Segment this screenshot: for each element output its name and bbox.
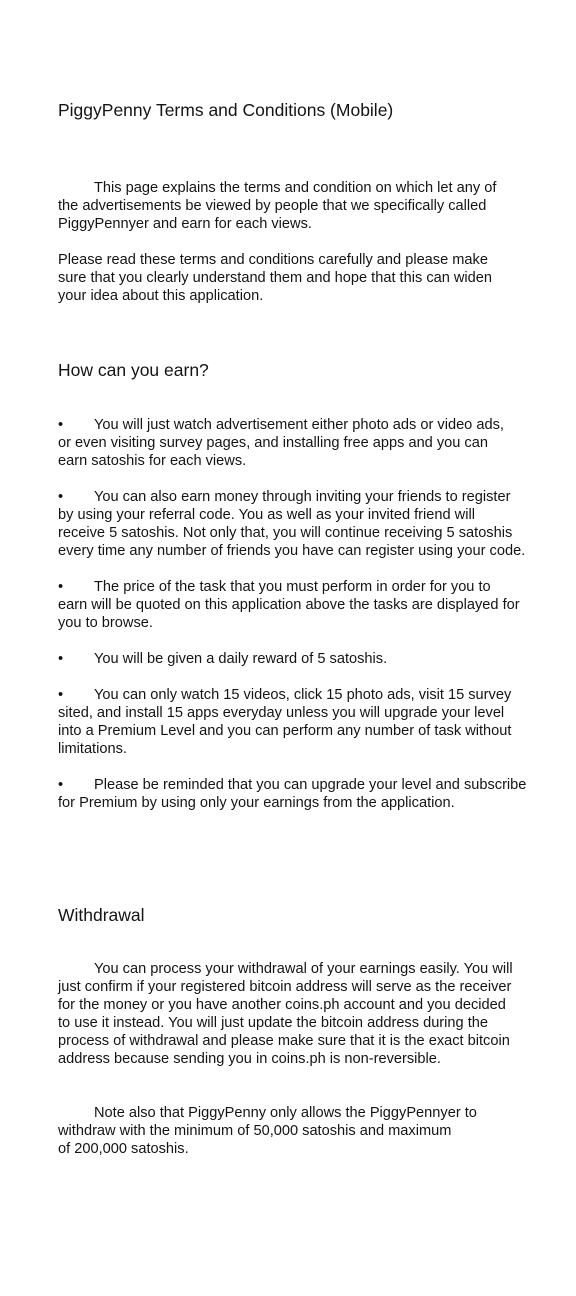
bullet-icon: • xyxy=(58,651,64,667)
text-line: or even visiting survey pages, and insta… xyxy=(58,435,488,451)
text-line: sited, and install 15 apps everyday unle… xyxy=(58,705,505,721)
text-line: • The price of the task that you must per… xyxy=(58,579,491,595)
text-line: • You will just watch advertisement eithe… xyxy=(58,417,504,433)
text-line: for the money or you have another coins.… xyxy=(58,997,506,1013)
text-line: just confirm if your registered bitcoin … xyxy=(58,979,512,995)
text-line: for Premium by using only your earnings … xyxy=(58,795,455,811)
text-line: PiggyPennyer and earn for each views. xyxy=(58,216,312,232)
withdrawal-paragraph-2: Note also that PiggyPenny only allows th… xyxy=(58,1104,542,1158)
text-line: Please read these terms and conditions c… xyxy=(58,252,488,268)
text-line: receive 5 satoshis. Not only that, you w… xyxy=(58,525,513,541)
text-line: This page explains the terms and conditi… xyxy=(94,180,497,196)
intro-paragraph-2: Please read these terms and conditions c… xyxy=(58,251,542,305)
section-heading-earn: How can you earn? xyxy=(58,360,209,380)
bullet-icon: • xyxy=(58,489,64,505)
text-line: the advertisements be viewed by people t… xyxy=(58,198,487,214)
text-line: process of withdrawal and please make su… xyxy=(58,1033,510,1049)
text-line: address because sending you in coins.ph … xyxy=(58,1051,441,1067)
text-line: by using your referral code. You as well… xyxy=(58,507,475,523)
text-line: • Please be reminded that you can upgrade… xyxy=(58,777,527,793)
text-line: Note also that PiggyPenny only allows th… xyxy=(94,1105,477,1121)
text-line: You can process your withdrawal of your … xyxy=(94,961,513,977)
text-line: • You will be given a daily reward of 5 s… xyxy=(58,651,388,667)
bullet-icon: • xyxy=(58,687,64,703)
text-line: limitations. xyxy=(58,741,127,757)
text-line: • You can only watch 15 videos, click 15 … xyxy=(58,687,512,703)
text-line: of 200,000 satoshis. xyxy=(58,1141,189,1157)
earn-bullet-item: • You will just watch advertisement eithe… xyxy=(58,416,542,470)
text-line: sure that you clearly understand them an… xyxy=(58,270,493,286)
earn-bullet-item: • Please be reminded that you can upgrade… xyxy=(58,776,542,812)
text-line: earn will be quoted on this application … xyxy=(58,597,520,613)
withdrawal-paragraph-1: You can process your withdrawal of your … xyxy=(58,960,542,1068)
text-line: your idea about this application. xyxy=(58,288,264,304)
bullet-icon: • xyxy=(58,777,64,793)
text-line: into a Premium Level and you can perform… xyxy=(58,723,512,739)
text-line: earn satoshis for each views. xyxy=(58,453,247,469)
earn-bullet-item: • You will be given a daily reward of 5 s… xyxy=(58,650,542,668)
text-line: • You can also earn money through invitin… xyxy=(58,489,511,505)
bullet-icon: • xyxy=(58,417,64,433)
bullet-icon: • xyxy=(58,579,64,595)
earn-bullet-item: • You can only watch 15 videos, click 15 … xyxy=(58,686,542,758)
section-heading-withdrawal: Withdrawal xyxy=(58,905,145,925)
earn-bullet-item: • You can also earn money through invitin… xyxy=(58,488,542,560)
text-line: withdraw with the minimum of 50,000 sato… xyxy=(58,1123,452,1139)
text-line: you to browse. xyxy=(58,615,153,631)
text-line: to use it instead. You will just update … xyxy=(58,1015,488,1031)
intro-paragraph-1: This page explains the terms and conditi… xyxy=(58,179,542,233)
text-line: every time any number of friends you hav… xyxy=(58,543,526,559)
earn-bullet-item: • The price of the task that you must per… xyxy=(58,578,542,632)
document-title: PiggyPenny Terms and Conditions (Mobile) xyxy=(58,100,394,120)
